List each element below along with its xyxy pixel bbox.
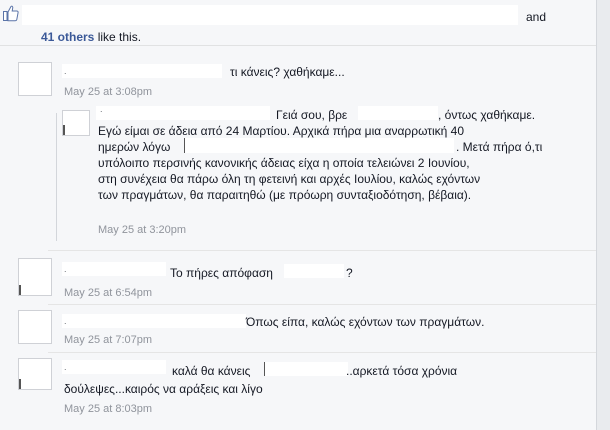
likes-rest-text: like this. [97,30,142,44]
comment-text-line-2: δούλεψες...καιρός να αράξεις και λίγο [64,382,263,396]
reply-text-line-4: υπόλοιπο περσινής κανονικής άδειας είχα … [98,156,470,170]
thumbs-up-icon[interactable] [3,4,19,22]
comment-author-redacted[interactable] [62,64,222,78]
likes-bar: and 41 others like this. [0,0,596,46]
likes-summary: 41 others like this. [41,30,141,44]
author-name-fragment: . [64,264,67,274]
reply-avatar[interactable] [62,110,90,136]
reply-thread-line [56,113,57,241]
comment-text: Όπως είπα, καλώς εχόντων των πραγμάτων. [246,315,485,329]
comment-divider [48,352,596,353]
name-redacted [284,264,344,278]
comment-text-line-1a: καλά θα κάνεις [172,364,251,378]
author-name-fragment: . [64,66,67,76]
avatar[interactable] [18,62,52,96]
avatar[interactable] [18,358,52,390]
likes-and-text: and [526,10,547,24]
others-link[interactable]: 41 others [41,30,94,44]
reply-text-line-1a: Γειά σου, βρε [276,108,348,122]
avatar[interactable] [18,258,52,296]
comment-author-redacted[interactable] [62,360,166,374]
comments-panel: and 41 others like this. . τι κάνεις? χα… [0,0,610,430]
reply-text-line-2: Εγώ είμαι σε άδεια από 24 Μαρτίου. Αρχικ… [98,124,465,138]
reply-text-line-6: των πραγμάτων, θα παραιτηθώ (με πρόωρη σ… [98,188,472,202]
name-redacted [264,362,348,376]
comment-author-redacted[interactable] [62,314,246,328]
reply-author-redacted[interactable] [96,106,270,120]
comment-text-end: ? [346,266,353,280]
avatar[interactable] [18,310,52,344]
reply-text-line-5: στη συνέχεια θα πάρω όλη τη φετεινή και … [98,172,481,186]
reply-text-line-3b: . Μετά πήρα ό,τι [456,140,543,154]
author-name-fragment: . [100,104,103,114]
reason-redacted [184,138,454,153]
comment-author-redacted[interactable] [62,262,166,276]
author-name-fragment: . [64,362,67,372]
reply-text-line-3a: ημερών λόγω [98,140,171,154]
reply-timestamp[interactable]: May 25 at 3:20pm [98,224,186,236]
comment-text: Το πήρες απόφαση [170,266,273,280]
reply-text-line-1b: , όντως χαθήκαμε. [438,108,536,122]
likers-names-redacted [22,5,518,25]
comment-divider [48,304,596,305]
comment-timestamp[interactable]: May 25 at 6:54pm [64,287,152,299]
comment-divider [48,250,596,251]
comment-text: τι κάνεις? χαθήκαμε... [230,65,345,79]
comment-timestamp[interactable]: May 25 at 8:03pm [64,403,152,415]
scrollbar-track[interactable] [596,0,610,430]
avatar-fragment [19,285,21,295]
avatar-fragment [19,379,21,389]
name-redacted [358,106,438,120]
comment-timestamp[interactable]: May 25 at 7:07pm [64,334,152,346]
avatar-fragment [63,125,65,135]
comment-timestamp[interactable]: May 25 at 3:08pm [64,86,152,98]
author-name-fragment: . [64,316,67,326]
comment-text-line-1b: ..αρκετά τόσα χρόνια [346,364,458,378]
